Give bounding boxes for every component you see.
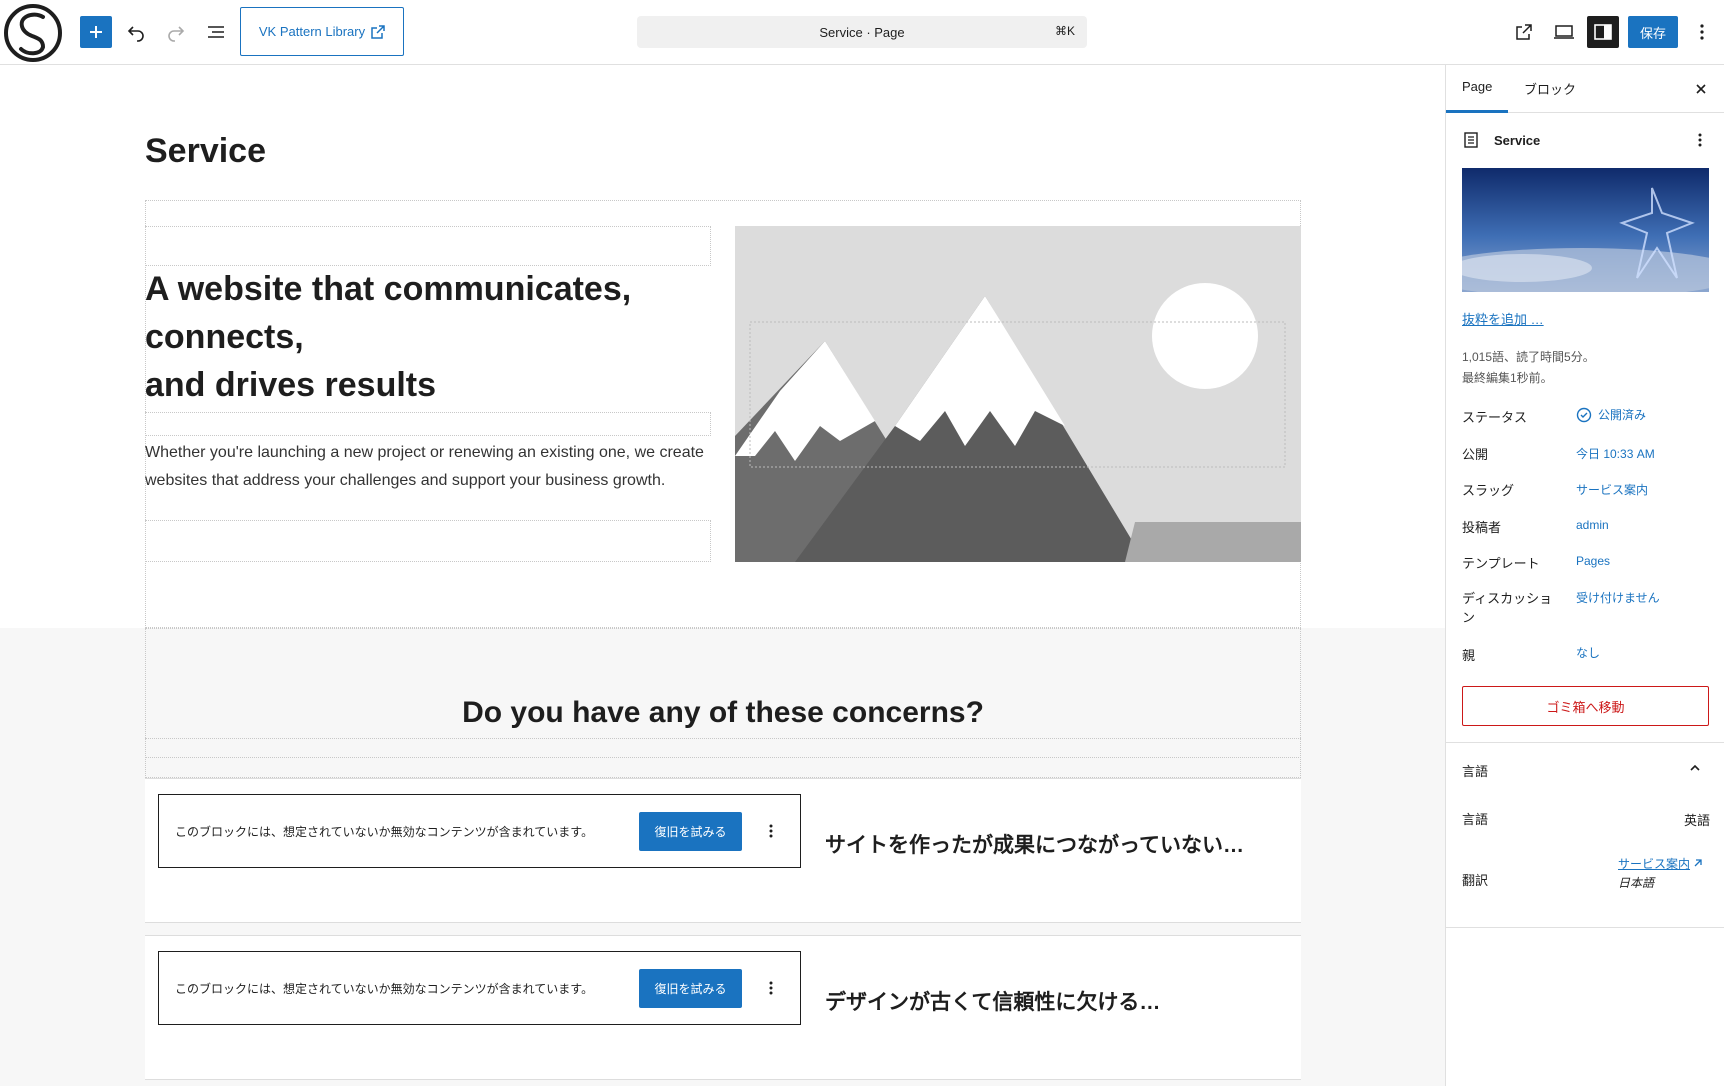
divider: [1446, 927, 1724, 928]
slug-label: スラッグ: [1462, 483, 1515, 498]
sidebar-tabs: Page ブロック: [1446, 65, 1724, 113]
block-inserter-button[interactable]: [80, 16, 112, 48]
chevron-up-icon: [1690, 764, 1700, 771]
concern-heading[interactable]: サイトを作ったが成果につながっていない…: [825, 829, 1244, 859]
document-overview-button[interactable]: [200, 16, 232, 48]
attempt-recovery-button[interactable]: 復旧を試みる: [639, 969, 742, 1008]
invalid-block-message: このブロックには、想定されていないか無効なコンテンツが含まれています。: [175, 825, 594, 839]
sidebar-icon: [1594, 24, 1612, 40]
settings-panel-toggle[interactable]: [1587, 16, 1619, 48]
more-vertical-icon: [1700, 24, 1704, 40]
hero-image-placeholder[interactable]: [735, 226, 1301, 562]
block-options-button[interactable]: [759, 819, 783, 843]
discussion-button[interactable]: 受け付けません: [1576, 589, 1660, 606]
hero-heading[interactable]: A website that communicates, connects, a…: [145, 265, 705, 409]
publish-label: 公開: [1462, 447, 1489, 462]
language-panel-title: 言語: [1462, 764, 1489, 779]
close-sidebar-button[interactable]: [1691, 79, 1711, 99]
status-label: ステータス: [1462, 410, 1528, 425]
word-count: 1,015語、読了時間5分。: [1462, 350, 1595, 364]
view-page-button[interactable]: [1508, 16, 1540, 48]
author-button[interactable]: admin: [1576, 518, 1609, 532]
translation-entry: サービス案内 日本語: [1618, 855, 1703, 891]
publish-date-button[interactable]: 今日 10:33 AM: [1576, 445, 1655, 462]
concern-card: このブロックには、想定されていないか無効なコンテンツが含まれています。 復旧を試…: [145, 935, 1301, 1080]
shortcut-hint: ⌘K: [1054, 24, 1075, 38]
document-actions-button[interactable]: [1690, 130, 1710, 150]
more-vertical-icon: [769, 981, 773, 995]
editor-canvas: Service A website that communicates, con…: [0, 65, 1445, 1086]
attempt-recovery-button[interactable]: 復旧を試みる: [639, 812, 742, 851]
concerns-heading[interactable]: Do you have any of these concerns?: [145, 696, 1301, 730]
translation-language: 日本語: [1618, 876, 1655, 890]
save-button[interactable]: 保存: [1628, 16, 1678, 48]
featured-image-picture: [1462, 168, 1709, 292]
redo-icon: [168, 26, 185, 42]
options-menu-button[interactable]: [1686, 16, 1718, 48]
page-icon: [1464, 132, 1478, 148]
vk-pattern-library-label: VK Pattern Library: [258, 24, 366, 39]
concern-heading[interactable]: デザインが古くて信頼性に欠ける…: [825, 986, 1160, 1016]
move-to-trash-button[interactable]: ゴミ箱へ移動: [1462, 686, 1709, 726]
tab-block[interactable]: ブロック: [1524, 79, 1576, 98]
block-options-button[interactable]: [759, 976, 783, 1000]
device-preview-button[interactable]: [1548, 16, 1580, 48]
redo-button[interactable]: [160, 16, 192, 48]
undo-button[interactable]: [120, 16, 152, 48]
language-value: 英語: [1683, 813, 1710, 828]
site-logo-icon: [3, 3, 62, 62]
mountain-placeholder-icon: [735, 226, 1301, 562]
author-label: 投稿者: [1462, 520, 1502, 535]
undo-icon: [127, 26, 144, 42]
translation-label: 翻訳: [1462, 873, 1489, 888]
last-edited: 最終編集1秒前。: [1462, 371, 1553, 385]
translation-link[interactable]: サービス案内: [1618, 857, 1690, 871]
hero-paragraph[interactable]: Whether you're launching a new project o…: [145, 439, 705, 495]
invalid-block-warning: このブロックには、想定されていないか無効なコンテンツが含まれています。 復旧を試…: [158, 794, 801, 868]
invalid-block-message: このブロックには、想定されていないか無効なコンテンツが含まれています。: [175, 982, 594, 996]
editor-header: VK Pattern Library Service · Page ⌘K 保存: [0, 0, 1724, 65]
hero-heading-line: connects,: [145, 318, 304, 356]
close-icon: [1696, 84, 1706, 94]
hero-heading-line: A website that communicates,: [145, 270, 632, 308]
spacer-block[interactable]: [145, 412, 711, 436]
arrow-up-right-icon: [1694, 859, 1703, 867]
desktop-icon: [1554, 25, 1574, 39]
list-view-icon: [208, 26, 224, 38]
status-value: 公開済み: [1598, 408, 1647, 422]
hero-heading-line: and drives results: [145, 366, 437, 404]
sidebar-document-title: Service: [1494, 133, 1541, 148]
language-label: 言語: [1462, 812, 1489, 827]
external-link-icon: [371, 24, 385, 39]
site-logo-button[interactable]: [0, 0, 65, 65]
settings-sidebar: Page ブロック Service 抜粋を追加 … 1,015語、読了時間5分。…: [1445, 65, 1724, 1086]
slug-button[interactable]: サービス案内: [1576, 481, 1648, 498]
parent-label: 親: [1462, 648, 1476, 663]
active-tab-indicator: [1446, 110, 1508, 113]
more-vertical-icon: [1698, 133, 1702, 147]
template-label: テンプレート: [1462, 556, 1540, 571]
command-palette-button[interactable]: Service · Page ⌘K: [637, 16, 1087, 48]
spacer-block[interactable]: [145, 520, 711, 562]
tab-page[interactable]: Page: [1462, 79, 1492, 94]
discussion-label: ディスカッション: [1462, 591, 1553, 625]
parent-button[interactable]: なし: [1576, 644, 1600, 661]
invalid-block-warning: このブロックには、想定されていないか無効なコンテンツが含まれています。 復旧を試…: [158, 951, 801, 1025]
language-panel-toggle[interactable]: 言語: [1446, 743, 1724, 791]
vk-pattern-library-button[interactable]: VK Pattern Library: [240, 7, 404, 56]
page-title[interactable]: Service: [145, 132, 266, 171]
external-link-icon: [1516, 24, 1532, 40]
featured-image[interactable]: [1462, 168, 1709, 292]
plus-icon: [90, 26, 102, 38]
add-excerpt-link[interactable]: 抜粋を追加 …: [1462, 309, 1544, 328]
concern-card: このブロックには、想定されていないか無効なコンテンツが含まれています。 復旧を試…: [145, 778, 1301, 923]
more-vertical-icon: [769, 824, 773, 838]
status-button[interactable]: 公開済み: [1576, 406, 1646, 423]
check-circle-icon: [1576, 407, 1592, 422]
spacer-block[interactable]: [145, 738, 1301, 778]
document-title: Service · Page: [819, 24, 905, 40]
template-button[interactable]: Pages: [1576, 554, 1610, 568]
spacer-block[interactable]: [145, 226, 711, 266]
